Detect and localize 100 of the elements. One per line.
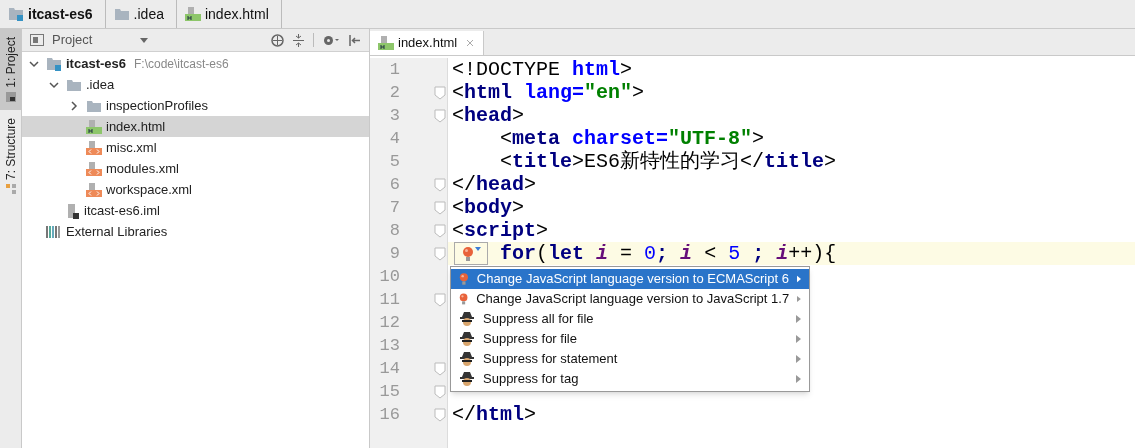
hide-panel-icon[interactable] bbox=[348, 33, 361, 47]
line-number: 10 bbox=[378, 265, 400, 288]
panel-title[interactable]: Project bbox=[52, 30, 93, 50]
line-number: 1 bbox=[388, 58, 400, 81]
editor-tab[interactable]: index.html bbox=[370, 31, 485, 55]
code-line: <title>ES6新特性的学习</title> bbox=[500, 150, 837, 173]
fold-marker-icon[interactable] bbox=[434, 177, 446, 192]
submenu-arrow-icon bbox=[796, 315, 801, 323]
breadcrumb[interactable]: .idea bbox=[113, 0, 177, 28]
code-line: </html> bbox=[452, 403, 537, 426]
menu-item[interactable]: Suppress for file bbox=[451, 329, 809, 349]
close-icon[interactable] bbox=[465, 39, 476, 47]
menu-item[interactable]: Change JavaScript language version to JavaScript 1.7 bbox=[451, 289, 809, 309]
folder-icon bbox=[5, 91, 16, 102]
settings-icon[interactable] bbox=[322, 33, 340, 47]
xml-file-icon bbox=[86, 140, 102, 155]
tree-item-label: itcast-es6 bbox=[66, 54, 126, 73]
library-icon bbox=[46, 224, 62, 239]
tree-item[interactable]: itcast-es6 F:\code\itcast-es6 bbox=[22, 53, 369, 74]
fold-marker-icon[interactable] bbox=[434, 108, 446, 123]
tree-item[interactable]: External Libraries bbox=[22, 221, 369, 242]
dropdown-caret-icon[interactable] bbox=[140, 37, 149, 43]
line-number: 5 bbox=[388, 150, 400, 173]
line-number: 2 bbox=[388, 81, 400, 104]
tree-item-label: itcast-es6.iml bbox=[84, 201, 160, 220]
tree-item[interactable]: modules.xml bbox=[22, 158, 369, 179]
code-line: <meta charset="UTF-8"> bbox=[500, 127, 765, 150]
spy-icon bbox=[459, 311, 475, 327]
breadcrumb[interactable]: itcast-es6 bbox=[8, 0, 106, 28]
submenu-arrow-icon bbox=[796, 375, 801, 383]
locate-icon[interactable] bbox=[271, 33, 284, 47]
line-number: 9 bbox=[388, 242, 400, 265]
spy-icon bbox=[459, 371, 475, 387]
fold-marker-icon[interactable] bbox=[434, 361, 446, 376]
line-number: 16 bbox=[378, 403, 400, 426]
file-icon bbox=[66, 202, 80, 219]
chevron-down-icon[interactable] bbox=[29, 58, 39, 69]
line-number: 8 bbox=[388, 219, 400, 242]
chevron-down-icon[interactable] bbox=[49, 79, 59, 90]
line-number: 15 bbox=[378, 380, 400, 403]
side-tab[interactable]: 1: Project bbox=[0, 29, 21, 110]
side-tab[interactable]: 7: Structure bbox=[0, 109, 21, 202]
tree-item-label: misc.xml bbox=[106, 138, 157, 157]
code-line: for(let i = 0; i < 5 ; i++){ bbox=[500, 242, 837, 265]
code-line: <!DOCTYPE html> bbox=[452, 58, 633, 81]
tree-item[interactable]: .idea bbox=[22, 74, 369, 95]
spy-icon bbox=[459, 331, 475, 347]
code-line: <body> bbox=[452, 196, 525, 219]
structure-icon bbox=[5, 183, 16, 194]
menu-item[interactable]: Suppress for tag bbox=[451, 369, 809, 389]
line-number: 12 bbox=[378, 311, 400, 334]
module-folder-icon bbox=[46, 56, 62, 71]
tree-item[interactable]: inspectionProfiles bbox=[22, 95, 369, 116]
line-number: 13 bbox=[378, 334, 400, 357]
window-icon bbox=[30, 34, 44, 46]
line-number: 14 bbox=[378, 357, 400, 380]
intention-bulb-button[interactable] bbox=[454, 242, 488, 265]
line-number: 4 bbox=[388, 127, 400, 150]
module-folder-icon bbox=[8, 7, 24, 21]
line-number: 3 bbox=[388, 104, 400, 127]
chevron-right-icon[interactable] bbox=[69, 100, 79, 111]
code-line: <head> bbox=[452, 104, 525, 127]
menu-item[interactable]: Suppress for statement bbox=[451, 349, 809, 369]
collapse-icon[interactable] bbox=[292, 33, 305, 47]
html-file-icon bbox=[378, 36, 394, 50]
tree-item[interactable]: index.html bbox=[22, 116, 369, 137]
lightbulb-icon bbox=[461, 245, 474, 262]
tree-item[interactable]: itcast-es6.iml bbox=[22, 200, 369, 221]
line-number: 7 bbox=[388, 196, 400, 219]
spy-icon bbox=[459, 351, 475, 367]
tree-item[interactable]: workspace.xml bbox=[22, 179, 369, 200]
folder-icon bbox=[113, 7, 130, 21]
menu-item[interactable]: Suppress all for file bbox=[451, 309, 809, 329]
breadcrumb[interactable]: index.html bbox=[184, 0, 282, 28]
tree-item[interactable]: misc.xml bbox=[22, 137, 369, 158]
line-number: 6 bbox=[388, 173, 400, 196]
tree-item-label: .idea bbox=[86, 75, 115, 94]
tree-item-label: External Libraries bbox=[66, 222, 168, 241]
code-line: <script> bbox=[452, 219, 549, 242]
submenu-arrow-icon bbox=[796, 275, 801, 283]
fold-marker-icon[interactable] bbox=[434, 246, 446, 261]
tree-item-label: modules.xml bbox=[106, 159, 179, 178]
lightbulb-icon bbox=[459, 271, 469, 287]
fold-marker-icon[interactable] bbox=[434, 85, 446, 100]
fold-marker-icon[interactable] bbox=[434, 407, 446, 422]
submenu-arrow-icon bbox=[796, 335, 801, 343]
caret-icon bbox=[474, 247, 481, 251]
submenu-arrow-icon bbox=[797, 295, 801, 303]
tree-item-path: F:\code\itcast-es6 bbox=[134, 55, 229, 73]
fold-marker-icon[interactable] bbox=[434, 200, 446, 215]
menu-item[interactable]: Change JavaScript language version to ECMAScript 6 bbox=[451, 269, 809, 289]
fold-marker-icon[interactable] bbox=[434, 384, 446, 399]
tree-item-label: workspace.xml bbox=[106, 180, 192, 199]
lightbulb-icon bbox=[459, 291, 469, 307]
tree-item-label: index.html bbox=[106, 117, 166, 136]
xml-file-icon bbox=[86, 182, 102, 197]
fold-marker-icon[interactable] bbox=[434, 223, 446, 238]
code-line: </head> bbox=[452, 173, 537, 196]
folder-icon bbox=[86, 98, 102, 113]
fold-marker-icon[interactable] bbox=[434, 292, 446, 307]
